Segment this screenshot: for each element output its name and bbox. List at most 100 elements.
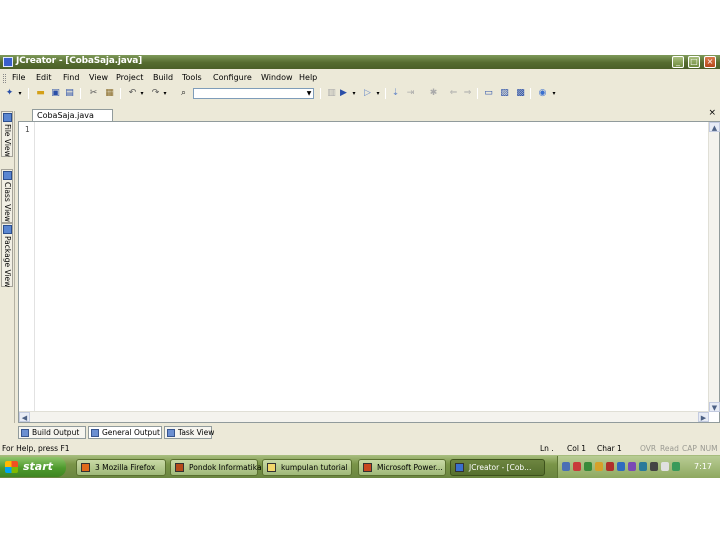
open-icon[interactable]: ▬ xyxy=(35,88,46,99)
menu-find[interactable]: Find xyxy=(63,73,79,82)
menu-help[interactable]: Help xyxy=(299,73,317,82)
side-tab-class-view[interactable]: Class View xyxy=(1,169,13,223)
step-over-icon[interactable]: ⇥ xyxy=(405,88,416,99)
find-icon[interactable]: ⌕ xyxy=(178,88,189,99)
tab-general-output[interactable]: General Output xyxy=(88,426,162,439)
compile-icon[interactable]: ▥ xyxy=(326,88,337,99)
minimize-button[interactable]: _ xyxy=(672,56,684,68)
network-icon[interactable] xyxy=(562,462,570,471)
tab-build-output[interactable]: Build Output xyxy=(18,426,86,439)
display-icon[interactable] xyxy=(639,462,647,471)
undo-dropdown-icon[interactable]: ▾ xyxy=(138,88,146,99)
taskbar-button-folder[interactable]: kumpulan tutorial xyxy=(262,459,352,476)
scroll-right-icon[interactable]: ▶ xyxy=(698,412,709,422)
side-tab-label: Package View xyxy=(3,236,12,288)
side-tab-file-view[interactable]: File View xyxy=(1,111,13,157)
output-tab-strip: Build Output General Output Task View xyxy=(18,426,720,440)
antivirus-icon[interactable] xyxy=(573,462,581,471)
safely-remove-icon[interactable] xyxy=(661,462,669,471)
menu-grip[interactable] xyxy=(3,74,6,83)
toolbar-options-icon[interactable]: ▾ xyxy=(550,88,558,99)
side-tab-package-view[interactable]: Package View xyxy=(1,223,13,287)
cut-icon[interactable]: ✂ xyxy=(88,88,99,99)
task-label: kumpulan tutorial xyxy=(281,463,348,472)
status-cap: CAP xyxy=(682,444,697,453)
undo-icon[interactable]: ↶ xyxy=(127,88,138,99)
close-document-icon[interactable]: × xyxy=(708,108,716,118)
bluetooth-icon[interactable] xyxy=(617,462,625,471)
start-button[interactable]: start xyxy=(0,457,66,477)
menu-configure[interactable]: Configure xyxy=(213,73,252,82)
run-icon[interactable]: ▶ xyxy=(338,88,349,99)
taskbar-clock[interactable]: 7:17 xyxy=(694,462,712,471)
jcreator-app-icon[interactable] xyxy=(3,57,13,67)
general-output-icon xyxy=(91,429,99,437)
save-all-icon[interactable]: ▤ xyxy=(64,88,75,99)
build-output-icon xyxy=(21,429,29,437)
tray-app-icon[interactable] xyxy=(672,462,680,471)
scroll-down-icon[interactable]: ▼ xyxy=(709,402,720,412)
new-dropdown-icon[interactable]: ▾ xyxy=(16,88,24,99)
menu-file[interactable]: File xyxy=(12,73,25,82)
window-title: JCreator - [CobaSaja.java] xyxy=(16,56,143,66)
task-label: Pondok Informatika... xyxy=(189,463,269,472)
volume-icon[interactable] xyxy=(650,462,658,471)
debug-icon[interactable]: ▷ xyxy=(362,88,373,99)
close-button[interactable]: × xyxy=(704,56,716,68)
step-into-icon[interactable]: ⇣ xyxy=(390,88,401,99)
fullscreen-icon[interactable]: ▩ xyxy=(515,88,526,99)
maximize-button[interactable]: □ xyxy=(688,56,700,68)
horizontal-scrollbar[interactable]: ◀ ▶ xyxy=(19,411,709,422)
tab-task-view[interactable]: Task View xyxy=(164,426,214,439)
editor-tab-strip: CobaSaja.java × xyxy=(18,107,720,121)
scroll-up-icon[interactable]: ▲ xyxy=(709,122,720,132)
side-tab-label: File View xyxy=(3,124,12,157)
taskbar-button-firefox[interactable]: 3 Mozilla Firefox xyxy=(76,459,166,476)
title-bar[interactable]: JCreator - [CobaSaja.java] _ □ × xyxy=(0,55,720,69)
help-icon[interactable]: ◉ xyxy=(537,88,548,99)
menu-build[interactable]: Build xyxy=(153,73,173,82)
update-icon[interactable] xyxy=(584,462,592,471)
code-editor[interactable]: 1 ▲ ▼ ◀ ▶ xyxy=(18,121,720,423)
start-label: start xyxy=(23,460,53,473)
debug-dropdown-icon[interactable]: ▾ xyxy=(374,88,382,99)
menu-window[interactable]: Window xyxy=(261,73,293,82)
code-text-area[interactable] xyxy=(37,125,707,410)
combo-dropdown-icon[interactable]: ▼ xyxy=(305,89,313,98)
line-number: 1 xyxy=(25,125,30,134)
find-combo-box[interactable]: ▼ xyxy=(193,88,314,99)
messenger-icon[interactable] xyxy=(595,462,603,471)
toolbar-separator xyxy=(120,88,121,99)
back-icon[interactable]: ⇐ xyxy=(448,88,459,99)
media-icon[interactable] xyxy=(628,462,636,471)
menu-tools[interactable]: Tools xyxy=(182,73,202,82)
redo-icon[interactable]: ↷ xyxy=(150,88,161,99)
taskbar-button-jcreator[interactable]: JCreator - [Cob... xyxy=(450,459,545,476)
taskbar-button-powerpoint[interactable]: Microsoft Power... xyxy=(358,459,446,476)
class-view-icon xyxy=(3,171,12,180)
menu-edit[interactable]: Edit xyxy=(36,73,52,82)
run-dropdown-icon[interactable]: ▾ xyxy=(350,88,358,99)
menu-project[interactable]: Project xyxy=(116,73,143,82)
menu-view[interactable]: View xyxy=(89,73,108,82)
scroll-left-icon[interactable]: ◀ xyxy=(19,412,30,422)
taskbar-button-pondok[interactable]: Pondok Informatika... xyxy=(170,459,269,476)
paste-icon[interactable]: ▦ xyxy=(104,88,115,99)
save-icon[interactable]: ▣ xyxy=(50,88,61,99)
forward-icon[interactable]: ⇒ xyxy=(462,88,473,99)
security-icon[interactable] xyxy=(606,462,614,471)
desktop-screen: JCreator - [CobaSaja.java] _ □ × File Ed… xyxy=(0,55,720,478)
menu-bar: File Edit Find View Project Build Tools … xyxy=(0,72,720,85)
output-icon[interactable]: ▨ xyxy=(499,88,510,99)
new-icon[interactable]: ✦ xyxy=(4,88,15,99)
workspace-icon[interactable]: ▭ xyxy=(483,88,494,99)
editor-tab-cobasaja[interactable]: CobaSaja.java xyxy=(32,109,113,121)
toggle-breakpoint-icon[interactable]: ✱ xyxy=(428,88,439,99)
task-label: JCreator - [Cob... xyxy=(469,463,532,472)
file-view-icon xyxy=(3,113,12,122)
redo-dropdown-icon[interactable]: ▾ xyxy=(161,88,169,99)
toolbar-separator xyxy=(28,88,29,99)
vertical-scrollbar[interactable]: ▲ ▼ xyxy=(708,122,720,412)
task-label: Microsoft Power... xyxy=(377,463,443,472)
status-column: Col 1 xyxy=(567,444,587,453)
